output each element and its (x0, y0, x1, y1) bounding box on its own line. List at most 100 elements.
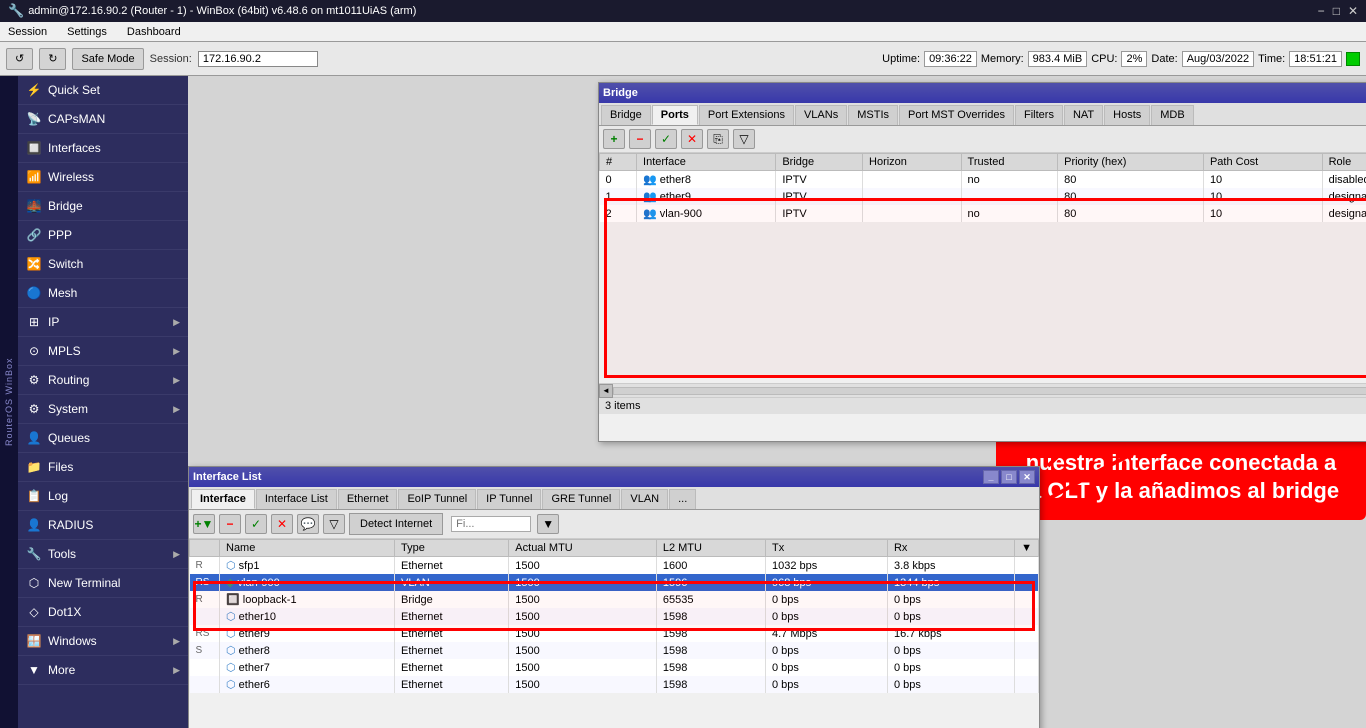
sidebar-item-files[interactable]: 📁 Files (18, 453, 188, 482)
menu-settings[interactable]: Settings (63, 25, 111, 39)
bridge-table-row[interactable]: 2 👥 vlan-900 IPTV no 80 10 designated po… (600, 205, 1366, 222)
back-btn[interactable]: ↺ (6, 48, 33, 70)
sidebar-item-quickset[interactable]: ⚡ Quick Set (18, 76, 188, 105)
tab-iface-list[interactable]: Interface List (256, 489, 337, 509)
bridge-x-btn[interactable]: ✕ (681, 129, 703, 149)
bridge-scroll-area[interactable]: ◄ ► (599, 383, 1366, 397)
bridge-del-btn[interactable]: − (629, 129, 651, 149)
bridge-copy-btn[interactable]: ⎘ (707, 129, 729, 149)
sidebar-label-switch: Switch (48, 257, 83, 271)
tab-iface-vlan[interactable]: VLAN (621, 489, 668, 509)
sidebar-item-bridge[interactable]: 🌉 Bridge (18, 192, 188, 221)
maximize-btn[interactable]: □ (1333, 4, 1340, 18)
log-icon: 📋 (26, 489, 42, 503)
interfaces-icon: 🔲 (26, 141, 42, 155)
sidebar-item-routing[interactable]: ⚙ Routing ▶ (18, 366, 188, 395)
iface-close-btn[interactable]: ✕ (1019, 470, 1035, 484)
bridge-scroll-track[interactable] (613, 387, 1366, 395)
menu-dashboard[interactable]: Dashboard (123, 25, 185, 39)
iface-table-row[interactable]: S ⬡ ether8 Ethernet 1500 1598 0 bps 0 bp… (190, 642, 1039, 659)
iface-cell-l2-mtu: 65535 (656, 591, 765, 608)
sidebar-item-queues[interactable]: 👤 Queues (18, 424, 188, 453)
sidebar-item-wireless[interactable]: 📶 Wireless (18, 163, 188, 192)
iface-cell-name: ⬡ ether6 (220, 676, 395, 693)
bridge-filter-btn[interactable]: ▽ (733, 129, 755, 149)
iface-table-row[interactable]: ⬡ ether6 Ethernet 1500 1598 0 bps 0 bps (190, 676, 1039, 693)
sidebar-item-ip[interactable]: ⊞ IP ▶ (18, 308, 188, 337)
bridge-table-row[interactable]: 1 👥 ether9 IPTV 80 10 designated port (600, 188, 1366, 205)
routing-icon: ⚙ (26, 373, 42, 387)
tab-bridge-mstis[interactable]: MSTIs (848, 105, 898, 125)
iface-filter-btn[interactable]: ▽ (323, 514, 345, 534)
sidebar-item-capsman[interactable]: 📡 CAPsMAN (18, 105, 188, 134)
iface-del-btn[interactable]: − (219, 514, 241, 534)
bridge-scroll-left[interactable]: ◄ (599, 384, 613, 398)
tab-bridge-vlans[interactable]: VLANs (795, 105, 847, 125)
sidebar-item-ppp[interactable]: 🔗 PPP (18, 221, 188, 250)
tab-bridge-mdb[interactable]: MDB (1151, 105, 1193, 125)
tab-iface-gre[interactable]: GRE Tunnel (542, 489, 620, 509)
windows-icon: 🪟 (26, 634, 42, 648)
sidebar-item-system[interactable]: ⚙ System ▶ (18, 395, 188, 424)
safemode-btn[interactable]: Safe Mode (72, 48, 143, 70)
sidebar-item-dot1x[interactable]: ◇ Dot1X (18, 598, 188, 627)
bridge-window-titlebar[interactable]: Bridge _ □ ✕ (599, 83, 1366, 103)
title-bar-controls[interactable]: − □ ✕ (1318, 4, 1358, 18)
iface-comment-btn[interactable]: 💬 (297, 514, 319, 534)
session-input[interactable] (198, 51, 318, 67)
iface-table-row[interactable]: RS ⬡ ether9 Ethernet 1500 1598 4.7 Mbps … (190, 625, 1039, 642)
tab-bridge-port-mst-overrides[interactable]: Port MST Overrides (899, 105, 1014, 125)
iface-window-controls[interactable]: _ □ ✕ (983, 470, 1035, 484)
iface-col-extra: ▼ (1015, 540, 1039, 557)
iface-cell-actual-mtu: 1500 (509, 642, 657, 659)
sidebar-item-mesh[interactable]: 🔵 Mesh (18, 279, 188, 308)
tab-bridge-hosts[interactable]: Hosts (1104, 105, 1150, 125)
iface-table-row[interactable]: ⬡ ether7 Ethernet 1500 1598 0 bps 0 bps (190, 659, 1039, 676)
iface-window-titlebar[interactable]: Interface List _ □ ✕ (189, 467, 1039, 487)
iface-table-row[interactable]: ⬡ ether10 Ethernet 1500 1598 0 bps 0 bps (190, 608, 1039, 625)
iface-cell-actual-mtu: 1500 (509, 625, 657, 642)
iface-table-row[interactable]: R 🔲 loopback-1 Bridge 1500 65535 0 bps 0… (190, 591, 1039, 608)
sidebar-item-mpls[interactable]: ⊙ MPLS ▶ (18, 337, 188, 366)
iface-cell-rx: 1344 bps (887, 574, 1014, 591)
tools-arrow: ▶ (173, 549, 180, 560)
tab-iface-eoip[interactable]: EoIP Tunnel (398, 489, 476, 509)
tab-iface-interface[interactable]: Interface (191, 489, 255, 509)
tab-iface-iptunnel[interactable]: IP Tunnel (477, 489, 541, 509)
sidebar-item-windows[interactable]: 🪟 Windows ▶ (18, 627, 188, 656)
iface-minimize-btn[interactable]: _ (983, 470, 999, 484)
menu-session[interactable]: Session (4, 25, 51, 39)
iface-enable-btn[interactable]: ✓ (245, 514, 267, 534)
iface-disable-btn[interactable]: ✕ (271, 514, 293, 534)
iface-sort-btn[interactable]: ▼ (537, 514, 559, 534)
iface-cell-type: Ethernet (395, 557, 509, 575)
tab-bridge-bridge[interactable]: Bridge (601, 105, 651, 125)
sidebar-item-more[interactable]: ▼ More ▶ (18, 656, 188, 685)
detect-internet-btn[interactable]: Detect Internet (349, 513, 443, 535)
minimize-btn[interactable]: − (1318, 4, 1325, 18)
sidebar-item-tools[interactable]: 🔧 Tools ▶ (18, 540, 188, 569)
sidebar-item-new-terminal[interactable]: ⬡ New Terminal (18, 569, 188, 598)
bridge-check-btn[interactable]: ✓ (655, 129, 677, 149)
tab-bridge-nat[interactable]: NAT (1064, 105, 1103, 125)
sidebar-item-switch[interactable]: 🔀 Switch (18, 250, 188, 279)
close-btn[interactable]: ✕ (1348, 4, 1358, 18)
iface-maximize-btn[interactable]: □ (1001, 470, 1017, 484)
iface-table-row[interactable]: R ⬡ sfp1 Ethernet 1500 1600 1032 bps 3.8… (190, 557, 1039, 575)
iface-toolbar: +▼ − ✓ ✕ 💬 ▽ Detect Internet ▼ (189, 510, 1039, 539)
iface-table-row[interactable]: RS ◈ vlan-900 VLAN 1500 1596 968 bps 134… (190, 574, 1039, 591)
tab-iface-ethernet[interactable]: Ethernet (338, 489, 398, 509)
iface-add-btn[interactable]: +▼ (193, 514, 215, 534)
bridge-table-row[interactable]: 0 👥 ether8 IPTV no 80 10 disabled port (600, 171, 1366, 189)
tab-bridge-port-extensions[interactable]: Port Extensions (699, 105, 794, 125)
iface-col-tx: Tx (765, 540, 887, 557)
sidebar-item-radius[interactable]: 👤 RADIUS (18, 511, 188, 540)
bridge-add-btn[interactable]: + (603, 129, 625, 149)
tab-bridge-filters[interactable]: Filters (1015, 105, 1063, 125)
tab-iface-more[interactable]: ... (669, 489, 696, 509)
sidebar-item-interfaces[interactable]: 🔲 Interfaces (18, 134, 188, 163)
iface-find-input[interactable] (451, 516, 531, 532)
tab-bridge-ports[interactable]: Ports (652, 105, 698, 125)
sidebar-item-log[interactable]: 📋 Log (18, 482, 188, 511)
forward-btn[interactable]: ↻ (39, 48, 66, 70)
